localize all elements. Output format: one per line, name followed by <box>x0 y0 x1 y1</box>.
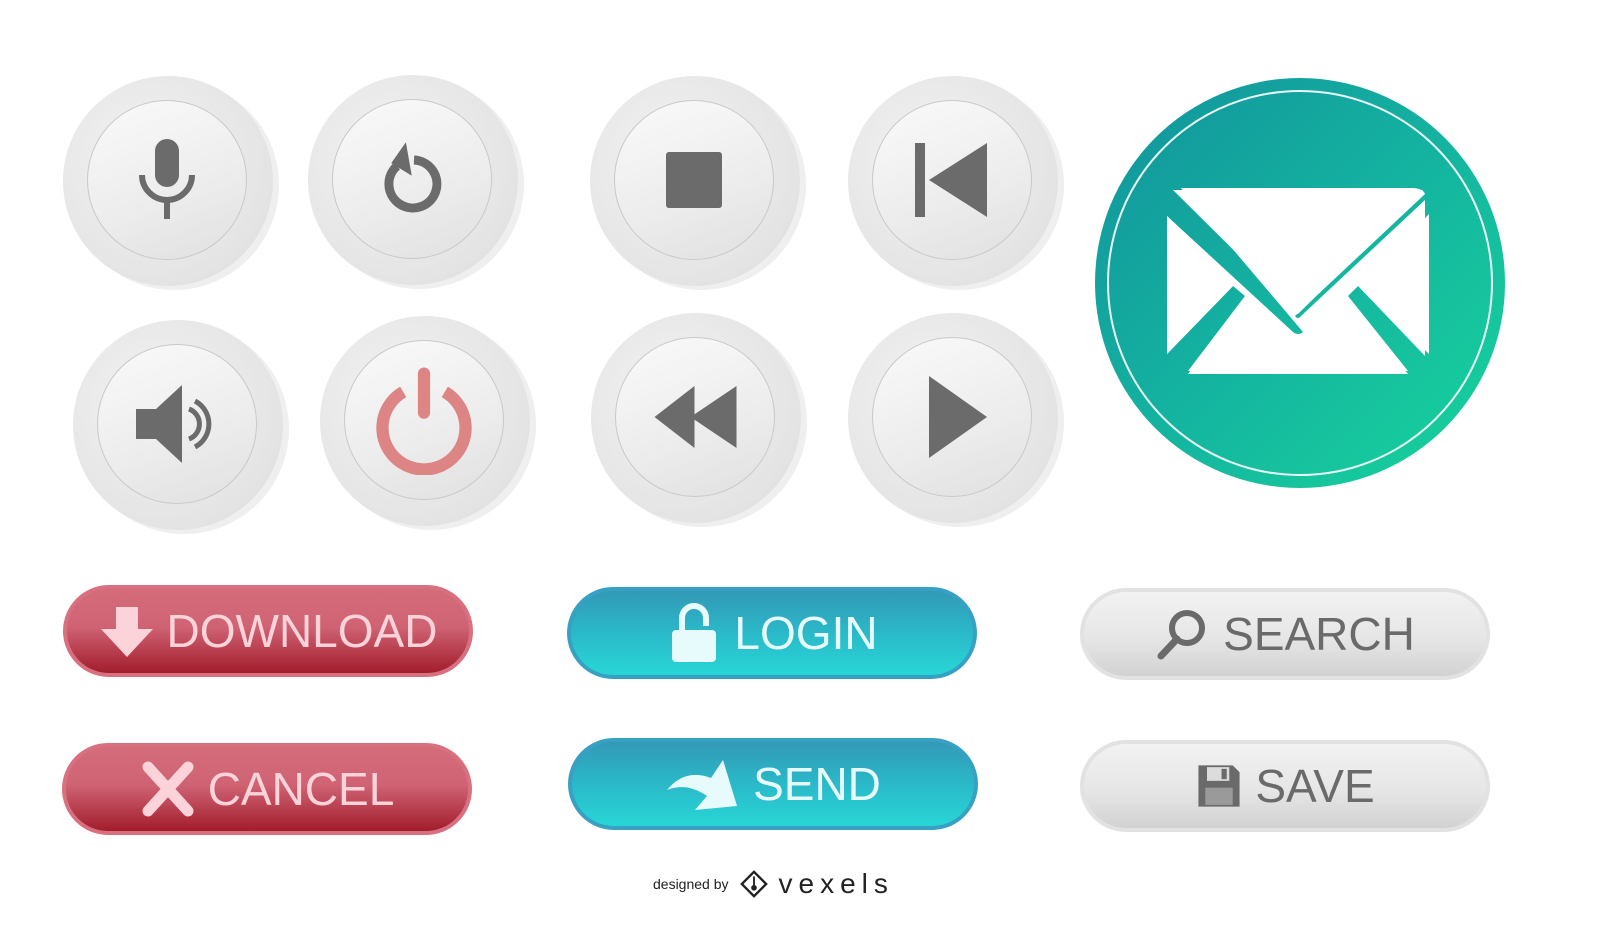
mail-button[interactable] <box>1095 78 1505 488</box>
search-button[interactable]: SEARCH <box>1080 588 1490 680</box>
button-face <box>614 100 774 260</box>
close-icon <box>142 761 194 817</box>
refresh-icon <box>384 142 442 213</box>
rewind-icon <box>654 386 736 448</box>
power-icon <box>376 367 472 475</box>
credit: designed by vexels <box>653 868 894 900</box>
speaker-icon <box>136 385 212 463</box>
play-icon <box>929 376 987 458</box>
button-face <box>344 340 504 500</box>
envelope-icon <box>1167 188 1429 374</box>
microphone-icon <box>139 139 195 219</box>
volume-button[interactable] <box>73 320 283 530</box>
stop-button[interactable] <box>590 76 800 286</box>
cancel-label: CANCEL <box>207 763 395 815</box>
skip-back-icon <box>915 143 987 217</box>
vexels-logo-icon <box>739 870 768 898</box>
microphone-button[interactable] <box>63 76 273 286</box>
download-arrow-icon <box>100 607 153 657</box>
button-face <box>872 337 1032 497</box>
button-face <box>97 344 257 504</box>
search-label: SEARCH <box>1223 608 1415 660</box>
button-face <box>872 100 1032 260</box>
stop-icon <box>666 152 722 208</box>
send-arrow-icon <box>667 760 738 810</box>
power-button[interactable] <box>320 316 530 526</box>
rewind-button[interactable] <box>591 313 801 523</box>
button-face <box>87 100 247 260</box>
download-label: DOWNLOAD <box>166 605 438 657</box>
send-label: SEND <box>753 758 881 810</box>
save-button[interactable]: SAVE <box>1080 740 1490 832</box>
login-button[interactable]: LOGIN <box>567 587 977 679</box>
vexels-brand: vexels <box>778 868 894 899</box>
cancel-button[interactable]: CANCEL <box>62 743 472 835</box>
designed-by-text: designed by <box>653 876 729 892</box>
send-button[interactable]: SEND <box>568 738 978 830</box>
lock-icon <box>672 603 717 662</box>
search-icon <box>1157 610 1206 660</box>
play-button[interactable] <box>848 313 1058 523</box>
skip-back-button[interactable] <box>848 76 1058 286</box>
button-face <box>332 99 492 259</box>
login-label: LOGIN <box>734 607 878 659</box>
download-button[interactable]: DOWNLOAD <box>63 585 473 677</box>
refresh-button[interactable] <box>308 75 518 285</box>
floppy-disk-icon <box>1198 765 1240 807</box>
button-face <box>615 337 775 497</box>
save-label: SAVE <box>1255 760 1375 812</box>
